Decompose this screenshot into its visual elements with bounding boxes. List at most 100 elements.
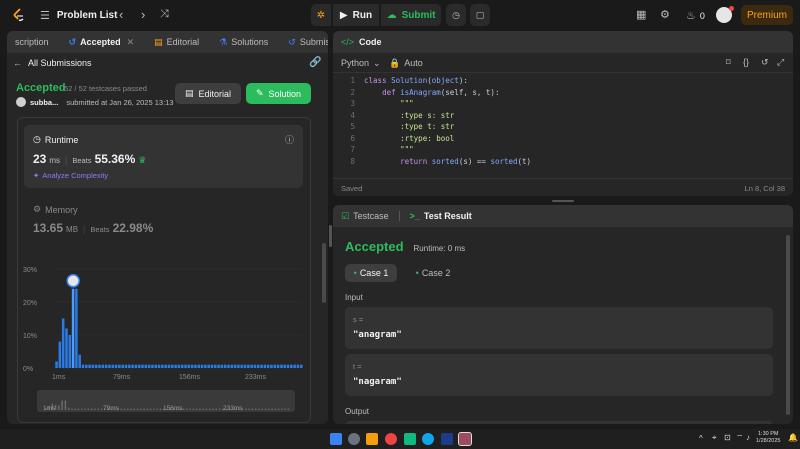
navigator-bar [149,408,152,410]
chrome-icon[interactable] [385,433,397,445]
notes-button[interactable]: ▢ [470,4,490,26]
back-to-submissions[interactable]: ← All Submissions [13,58,92,68]
next-problem-icon[interactable]: › [141,7,145,22]
code-editor[interactable]: 1 class Solution(object): 2 def isAnagram(… [333,76,793,171]
chart-bar [296,364,300,368]
submitted-at: submitted at Jan 26, 2025 13:13 [66,97,174,107]
file-explorer-icon[interactable] [366,433,378,445]
reset-icon[interactable]: ↺ [761,57,769,68]
run-button[interactable]: ▶ Run [333,4,379,26]
clock-icon: ◷ [33,134,41,144]
tab-description[interactable]: scription [15,37,49,47]
navigator-tick-label: 1ms [43,405,56,412]
chart-bar [197,364,200,368]
braces-icon[interactable]: {} [743,57,749,67]
windows-start-icon[interactable] [330,433,342,445]
auto-mode[interactable]: 🔒 Auto [389,58,423,69]
notification-bell-icon[interactable]: 🔔 [788,433,798,442]
chart-bar [260,364,263,368]
prev-problem-icon[interactable]: ‹ [119,7,123,22]
editorial-button[interactable]: ▤ Editorial [175,83,241,104]
code-text: class Solution(object): [364,76,468,85]
navigator-bar [71,408,73,410]
navigator-bar [58,405,60,410]
navigator-bar [90,408,93,410]
user-avatar[interactable] [16,97,26,107]
navigator-bar [156,408,159,410]
streak-counter[interactable]: ♨ 0 [686,9,705,22]
flame-icon: ♨ [686,10,696,22]
navigator-bar [215,408,218,410]
navigator-bar [287,408,290,410]
chart-bar [263,364,267,368]
username[interactable]: subba... [30,98,58,107]
share-link-icon[interactable]: 🔗 [309,57,321,68]
navigator-bar [271,408,273,410]
tab-testcase[interactable]: ☑ Testcase [341,211,389,222]
tab-test-result[interactable]: >_ Test Result [410,211,472,221]
leetcode-logo-icon[interactable] [12,8,26,22]
chat-icon: ⊡ [724,433,731,442]
tab-solutions[interactable]: ⚗ Solutions [219,37,268,48]
horizontal-resize-handle[interactable] [552,200,574,202]
clock[interactable]: 1:30 PM 1/28/2025 [756,431,780,445]
timer-button[interactable]: ◷ [446,4,466,26]
tab-solutions-label: Solutions [231,37,269,47]
output-box [345,421,773,424]
arrow-left-icon: ← [13,58,22,68]
history-icon: ↺ [288,36,296,47]
alarm-icon: ◷ [452,9,460,20]
fullscreen-icon[interactable]: ⤢ [777,57,784,68]
premium-button[interactable]: Premium [741,5,793,25]
avatar[interactable] [716,6,734,23]
info-icon[interactable]: ⓘ [285,133,294,146]
case-1-tab[interactable]: • Case 1 [345,264,397,282]
settings-gear-icon[interactable]: ⚙ [660,8,670,21]
premiere-icon[interactable] [441,433,453,445]
navigator-bar [277,408,280,410]
navigator-bar [284,408,286,410]
s-label: s = [353,315,364,324]
memory-label: Memory [45,204,78,215]
shuffle-icon[interactable]: ⤨ [160,8,169,21]
chart-bar [286,364,290,368]
layout-grid-icon[interactable]: ▦ [636,8,646,21]
problem-list-button[interactable]: ☰ Problem List [40,9,117,22]
navigator-tick-label: 233ms [223,405,243,412]
chart-bar [111,364,115,368]
navigator-bar [84,408,86,410]
language-select[interactable]: Python ⌄ [341,58,381,69]
tab-editorial[interactable]: ▤ Editorial [154,37,199,48]
active-app-icon[interactable] [458,432,472,446]
close-icon[interactable]: ✕ [127,37,135,48]
solution-button[interactable]: ✎ Solution [246,83,311,104]
case-2-tab[interactable]: • Case 2 [407,264,459,282]
runtime-card[interactable]: ◷ Runtime ⓘ 23 ms | Beats 55.36% ♛ ✦ Ana… [24,125,303,188]
chart-bar [210,364,214,368]
result-runtime: Runtime: 0 ms [413,244,466,253]
left-panel-scrollbar[interactable] [322,243,326,303]
chevron-up-icon[interactable]: ^ [699,434,703,443]
analyze-complexity-link[interactable]: ✦ Analyze Complexity [33,171,108,180]
result-scrollbar[interactable] [786,235,790,415]
wifi-icon[interactable]: ⌔ [736,433,744,443]
runtime-distribution-chart[interactable]: 30% 20% 10% 0% 1ms 79ms 156ms 233ms 1ms 79ms 156ms… [21,259,311,419]
debug-button[interactable]: ✲ [311,4,331,26]
line-number: 5 [350,122,355,131]
chart-bar [157,364,161,368]
tab-submissions[interactable]: ↺ Submissions [288,37,328,48]
vertical-resize-handle[interactable] [329,225,332,247]
volume-icon[interactable]: ♪ [746,433,750,442]
chart-bar [257,364,260,368]
tab-editorial-label: Editorial [166,37,200,47]
tab-accepted[interactable]: ↺ Accepted ✕ [69,37,135,48]
memory-header[interactable]: ⚙ Memory [33,204,78,215]
code-text: return sorted(s) == sorted(t) [400,156,532,166]
search-icon[interactable] [348,433,360,445]
bookmark-icon[interactable]: ⌑ [726,57,731,68]
app-icon[interactable] [404,433,416,445]
chip-icon: ⚙ [33,204,42,214]
chart-bar [266,364,270,368]
edge-icon[interactable] [422,433,434,445]
submit-button[interactable]: ☁ Submit [381,4,441,26]
